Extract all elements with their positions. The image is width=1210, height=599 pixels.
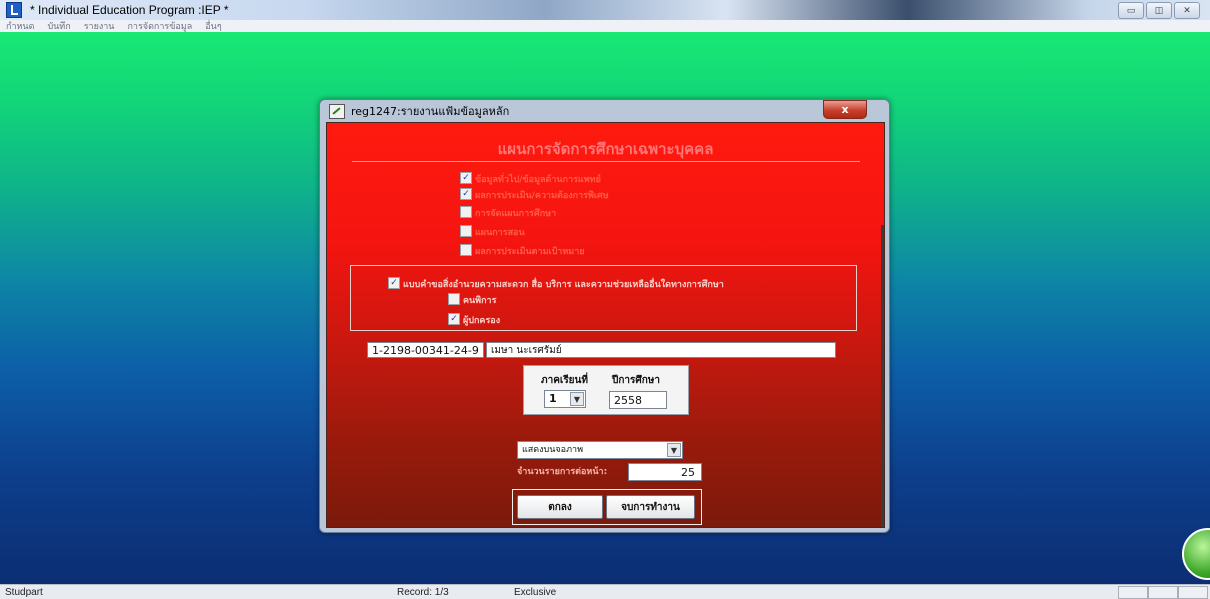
status-form-name: Studpart: [5, 587, 43, 598]
report-dialog: reg1247:รายงานแฟ้มข้อมูลหลัก x แผนการจัด…: [319, 99, 890, 533]
dialog-title: reg1247:รายงานแฟ้มข้อมูลหลัก: [351, 105, 510, 118]
menu-define[interactable]: กำหนด: [6, 19, 34, 33]
dialog-close-button[interactable]: x: [823, 100, 867, 119]
app-titlebar: * Individual Education Program :IEP * ▭ …: [0, 0, 1210, 20]
dialog-body: แผนการจัดการศึกษาเฉพาะบุคคล ✓ ข้อมูลทั่ว…: [326, 122, 885, 528]
menu-bar: กำหนด บันทึก รายงาน การจัดการข้อมูล อื่น…: [0, 20, 1210, 32]
minimize-button[interactable]: ▭: [1118, 2, 1144, 19]
option-4-checkbox[interactable]: [460, 225, 472, 237]
request-form-label: แบบคำขอสิ่งอำนวยความสะดวก สื่อ บริการ แล…: [403, 280, 724, 290]
menu-other[interactable]: อื่นๆ: [205, 19, 221, 33]
option-3-label: การจัดแผนการศึกษา: [475, 209, 557, 219]
option-1-checkbox[interactable]: ✓: [460, 172, 472, 184]
status-panel: [1148, 586, 1178, 599]
exit-button[interactable]: จบการทำงาน: [606, 495, 695, 519]
form-icon: [329, 103, 345, 119]
dialog-heading: แผนการจัดการศึกษาเฉพาะบุคคล: [497, 140, 714, 158]
term-year-panel: ภาคเรียนที่ ปีการศึกษา 1 ▼ 2558: [523, 365, 689, 415]
side-strip: [881, 225, 884, 527]
academic-year-field[interactable]: 2558: [609, 391, 667, 409]
disabled-person-checkbox[interactable]: [448, 293, 460, 305]
term-label: ภาคเรียนที่: [541, 375, 588, 386]
menu-record[interactable]: บันทึก: [47, 19, 70, 33]
option-5-label: ผลการประเมินตามเป้าหมาย: [475, 247, 585, 257]
term-value: 1: [549, 392, 557, 405]
guardian-label: ผู้ปกครอง: [463, 316, 501, 326]
academic-year-label: ปีการศึกษา: [612, 375, 660, 386]
request-form-group: [350, 265, 857, 331]
close-button[interactable]: ✕: [1174, 2, 1200, 19]
status-record: Record: 1/3: [397, 587, 449, 598]
option-5-checkbox[interactable]: [460, 244, 472, 256]
guardian-checkbox[interactable]: ✓: [448, 313, 460, 325]
disabled-person-label: คนพิการ: [463, 296, 497, 306]
status-panel: [1178, 586, 1208, 599]
student-id-field[interactable]: 1-2198-00341-24-9: [367, 342, 484, 358]
status-panel: [1118, 586, 1148, 599]
status-bar: Studpart Record: 1/3 Exclusive: [0, 584, 1210, 599]
ok-button[interactable]: ตกลง: [517, 495, 603, 519]
rows-per-page-label: จำนวนรายการต่อหน้า:: [517, 467, 608, 477]
output-select[interactable]: แสดงบนจอภาพ ▼: [517, 441, 683, 459]
option-4-label: แผนการสอน: [475, 228, 525, 238]
round-action-button[interactable]: [1182, 528, 1210, 580]
chevron-down-icon[interactable]: ▼: [667, 443, 681, 457]
menu-report[interactable]: รายงาน: [84, 19, 115, 33]
option-3-checkbox[interactable]: [460, 206, 472, 218]
option-1-label: ข้อมูลทั่วไป/ข้อมูลด้านการแพทย์: [475, 175, 601, 185]
option-2-checkbox[interactable]: ✓: [460, 188, 472, 200]
menu-data-management[interactable]: การจัดการข้อมูล: [127, 19, 192, 33]
status-mode: Exclusive: [514, 587, 557, 598]
maximize-button[interactable]: ◫: [1146, 2, 1172, 19]
output-value: แสดงบนจอภาพ: [522, 445, 583, 455]
rows-per-page-field[interactable]: 25: [628, 463, 702, 481]
term-select[interactable]: 1 ▼: [544, 390, 586, 408]
student-name-field[interactable]: เมษา นะเรศรัมย์: [486, 342, 836, 358]
window-controls: ▭ ◫ ✕: [1118, 2, 1200, 19]
option-2-label: ผลการประเมิน/ความต้องการพิเศษ: [475, 191, 609, 201]
dialog-titlebar[interactable]: reg1247:รายงานแฟ้มข้อมูลหลัก x: [320, 100, 889, 122]
request-form-checkbox[interactable]: ✓: [388, 277, 400, 289]
app-title: * Individual Education Program :IEP *: [30, 3, 229, 17]
heading-divider: [352, 161, 860, 162]
accessibility-app-icon: [6, 2, 22, 18]
chevron-down-icon[interactable]: ▼: [570, 392, 584, 406]
